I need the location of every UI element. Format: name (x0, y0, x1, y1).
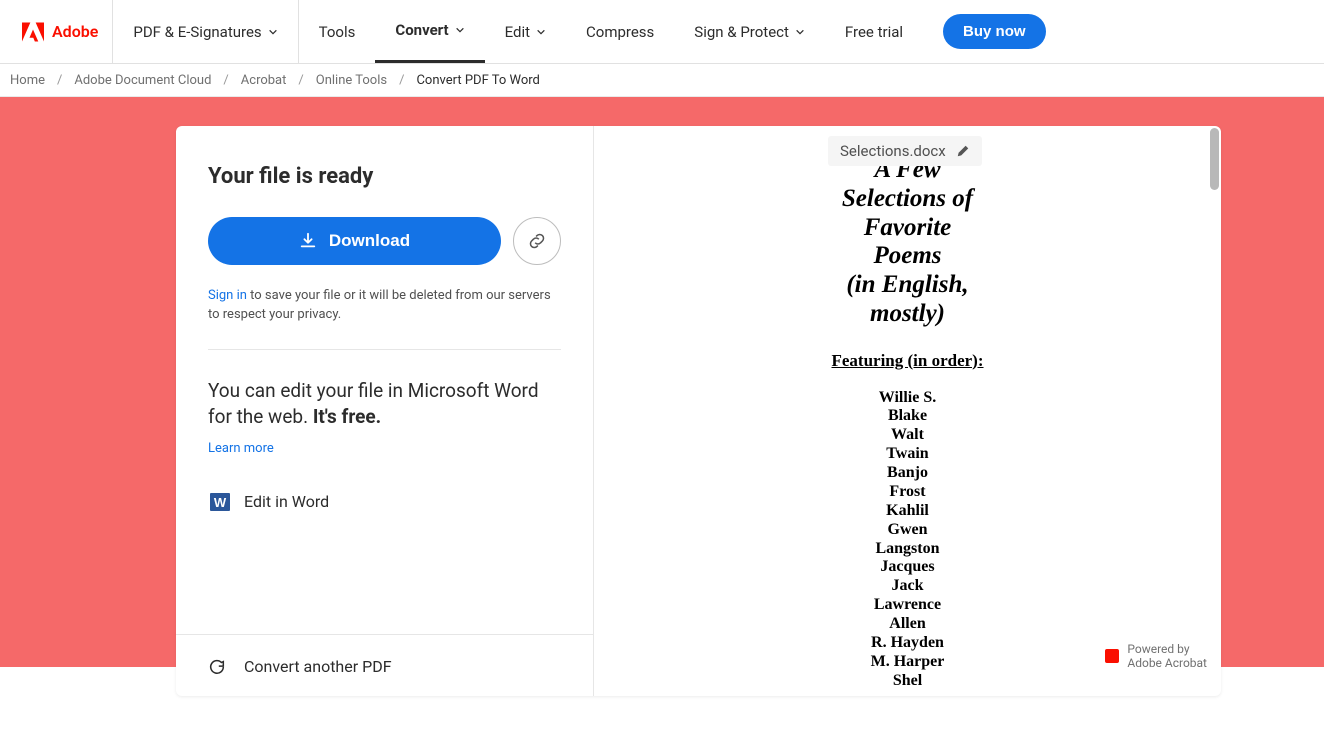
convert-another-button[interactable]: Convert another PDF (208, 655, 561, 676)
doc-title: A FewSelections ofFavoritePoems(in Engli… (684, 156, 1131, 329)
pdf-icon (1105, 649, 1119, 663)
breadcrumb-doc-cloud[interactable]: Adobe Document Cloud (74, 73, 211, 88)
pencil-icon (956, 144, 970, 158)
main-stage: Your file is ready Download Sign in to s… (176, 126, 1221, 696)
convert-another-label: Convert another PDF (244, 657, 392, 676)
breadcrumb-current: Convert PDF To Word (416, 73, 539, 88)
adobe-logo-box[interactable]: Adobe (8, 0, 113, 63)
nav-tools[interactable]: Tools (299, 0, 376, 63)
filename-chip[interactable]: Selections.docx (828, 136, 982, 166)
word-icon: W (208, 490, 232, 514)
nav-free-trial[interactable]: Free trial (825, 0, 923, 63)
powered-by-badge: Powered by Adobe Acrobat (1105, 642, 1207, 670)
nav-sign-protect-label: Sign & Protect (694, 23, 789, 41)
adobe-logo-text: Adobe (52, 22, 98, 41)
edit-in-word-label: Edit in Word (244, 492, 329, 511)
powered-line2: Adobe Acrobat (1127, 656, 1207, 670)
breadcrumb-home[interactable]: Home (10, 73, 45, 88)
nav-edit-label: Edit (505, 23, 530, 41)
divider (208, 349, 561, 350)
preview-panel: Selections.docx A FewSelections ofFavori… (594, 126, 1221, 696)
breadcrumb-acrobat[interactable]: Acrobat (241, 73, 287, 88)
edit-promo-free: It's free. (313, 405, 381, 428)
nav-sign-protect[interactable]: Sign & Protect (674, 0, 825, 63)
doc-featuring: Featuring (in order): (684, 351, 1131, 371)
divider (176, 634, 593, 635)
svg-text:W: W (214, 495, 227, 510)
adobe-logo-icon (22, 21, 44, 43)
chevron-down-icon (455, 25, 465, 35)
ready-title: Your file is ready (208, 164, 561, 189)
filename-text: Selections.docx (840, 142, 946, 160)
powered-line1: Powered by (1127, 642, 1207, 656)
nav-free-trial-label: Free trial (845, 23, 903, 41)
signin-message: Sign in to save your file or it will be … (208, 287, 561, 325)
refresh-icon (208, 658, 226, 676)
nav-items: PDF & E-Signatures Tools Convert Edit Co… (113, 0, 1045, 63)
edit-in-word-button[interactable]: W Edit in Word (208, 490, 561, 514)
nav-convert[interactable]: Convert (375, 0, 484, 63)
nav-pdf-esignatures-label: PDF & E-Signatures (133, 23, 261, 41)
breadcrumb-separator: / (57, 73, 62, 88)
signin-link[interactable]: Sign in (208, 288, 247, 303)
download-button-label: Download (329, 231, 410, 251)
download-row: Download (208, 217, 561, 265)
breadcrumb: Home / Adobe Document Cloud / Acrobat / … (0, 64, 1324, 97)
left-panel: Your file is ready Download Sign in to s… (176, 126, 594, 696)
learn-more-link[interactable]: Learn more (208, 441, 561, 456)
chevron-down-icon (268, 27, 278, 37)
copy-link-button[interactable] (513, 217, 561, 265)
breadcrumb-separator: / (399, 73, 404, 88)
nav-convert-label: Convert (395, 21, 448, 39)
breadcrumb-separator: / (223, 73, 228, 88)
breadcrumb-online-tools[interactable]: Online Tools (316, 73, 387, 88)
top-navigation: Adobe PDF & E-Signatures Tools Convert E… (0, 0, 1324, 64)
chevron-down-icon (795, 27, 805, 37)
download-icon (299, 232, 317, 250)
breadcrumb-separator: / (298, 73, 303, 88)
edit-promo-text: You can edit your file in Microsoft Word… (208, 378, 561, 431)
scrollbar-thumb[interactable] (1210, 128, 1219, 190)
nav-pdf-esignatures[interactable]: PDF & E-Signatures (113, 0, 298, 63)
poet-list: Willie S.BlakeWaltTwainBanjoFrostKahlilG… (684, 389, 1131, 691)
nav-edit[interactable]: Edit (485, 0, 566, 63)
document-preview: A FewSelections ofFavoritePoems(in Engli… (684, 156, 1131, 696)
download-button[interactable]: Download (208, 217, 501, 265)
link-icon (528, 232, 546, 250)
nav-compress-label: Compress (586, 23, 654, 41)
nav-tools-label: Tools (319, 23, 356, 41)
powered-by-text: Powered by Adobe Acrobat (1127, 642, 1207, 670)
signin-rest: to save your file or it will be deleted … (208, 288, 551, 322)
nav-compress[interactable]: Compress (566, 0, 674, 63)
buy-now-button[interactable]: Buy now (943, 14, 1046, 49)
chevron-down-icon (536, 27, 546, 37)
